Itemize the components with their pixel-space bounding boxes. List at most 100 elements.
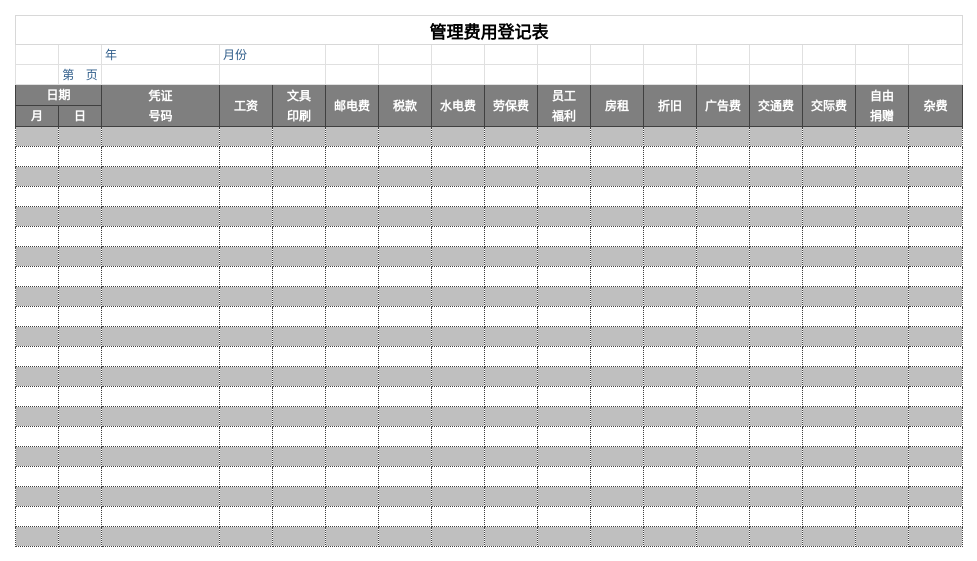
entry-cell[interactable]: [643, 186, 697, 207]
entry-cell[interactable]: [101, 466, 220, 487]
entry-cell[interactable]: [802, 306, 856, 327]
entry-cell[interactable]: [537, 406, 591, 427]
entry-cell[interactable]: [15, 226, 59, 247]
entry-cell[interactable]: [219, 266, 273, 287]
entry-cell[interactable]: [431, 466, 485, 487]
entry-cell[interactable]: [855, 366, 909, 387]
entry-cell[interactable]: [58, 226, 102, 247]
entry-cell[interactable]: [272, 126, 326, 147]
entry-cell[interactable]: [219, 166, 273, 187]
entry-cell[interactable]: [15, 166, 59, 187]
entry-cell[interactable]: [590, 226, 644, 247]
entry-cell[interactable]: [431, 226, 485, 247]
entry-cell[interactable]: [15, 306, 59, 327]
entry-cell[interactable]: [378, 246, 432, 267]
entry-cell[interactable]: [378, 466, 432, 487]
entry-cell[interactable]: [219, 206, 273, 227]
entry-cell[interactable]: [590, 246, 644, 267]
entry-cell[interactable]: [484, 466, 538, 487]
entry-cell[interactable]: [15, 246, 59, 267]
entry-cell[interactable]: [219, 246, 273, 267]
entry-cell[interactable]: [484, 346, 538, 367]
entry-cell[interactable]: [58, 366, 102, 387]
entry-cell[interactable]: [907, 426, 964, 447]
entry-cell[interactable]: [431, 266, 485, 287]
entry-cell[interactable]: [696, 126, 750, 147]
entry-cell[interactable]: [749, 326, 803, 347]
entry-cell[interactable]: [15, 286, 59, 307]
entry-cell[interactable]: [643, 346, 697, 367]
entry-cell[interactable]: [272, 446, 326, 467]
entry-cell[interactable]: [643, 206, 697, 227]
entry-cell[interactable]: [907, 386, 964, 407]
entry-cell[interactable]: [537, 426, 591, 447]
cell[interactable]: [484, 64, 538, 85]
entry-cell[interactable]: [537, 506, 591, 527]
entry-cell[interactable]: [643, 306, 697, 327]
entry-cell[interactable]: [219, 386, 273, 407]
entry-cell[interactable]: [325, 366, 379, 387]
entry-cell[interactable]: [537, 366, 591, 387]
entry-cell[interactable]: [537, 186, 591, 207]
entry-cell[interactable]: [749, 446, 803, 467]
cell[interactable]: [219, 64, 326, 85]
entry-cell[interactable]: [907, 286, 964, 307]
entry-cell[interactable]: [484, 226, 538, 247]
entry-cell[interactable]: [537, 486, 591, 507]
entry-cell[interactable]: [802, 426, 856, 447]
entry-cell[interactable]: [749, 346, 803, 367]
entry-cell[interactable]: [431, 406, 485, 427]
entry-cell[interactable]: [484, 166, 538, 187]
entry-cell[interactable]: [696, 346, 750, 367]
entry-cell[interactable]: [749, 366, 803, 387]
entry-cell[interactable]: [431, 526, 485, 547]
cell[interactable]: [696, 44, 750, 65]
entry-cell[interactable]: [219, 286, 273, 307]
entry-cell[interactable]: [431, 386, 485, 407]
entry-cell[interactable]: [58, 506, 102, 527]
entry-cell[interactable]: [802, 486, 856, 507]
entry-cell[interactable]: [907, 346, 964, 367]
entry-cell[interactable]: [378, 486, 432, 507]
entry-cell[interactable]: [325, 266, 379, 287]
entry-cell[interactable]: [855, 266, 909, 287]
entry-cell[interactable]: [537, 446, 591, 467]
entry-cell[interactable]: [537, 246, 591, 267]
entry-cell[interactable]: [431, 186, 485, 207]
entry-cell[interactable]: [802, 446, 856, 467]
cell[interactable]: [749, 64, 803, 85]
entry-cell[interactable]: [219, 126, 273, 147]
entry-cell[interactable]: [855, 446, 909, 467]
entry-cell[interactable]: [484, 366, 538, 387]
entry-cell[interactable]: [749, 146, 803, 167]
entry-cell[interactable]: [749, 466, 803, 487]
entry-cell[interactable]: [590, 266, 644, 287]
entry-cell[interactable]: [643, 526, 697, 547]
entry-cell[interactable]: [101, 166, 220, 187]
entry-cell[interactable]: [802, 246, 856, 267]
entry-cell[interactable]: [101, 486, 220, 507]
entry-cell[interactable]: [101, 426, 220, 447]
cell[interactable]: [696, 64, 750, 85]
entry-cell[interactable]: [590, 306, 644, 327]
entry-cell[interactable]: [855, 406, 909, 427]
entry-cell[interactable]: [101, 346, 220, 367]
entry-cell[interactable]: [219, 326, 273, 347]
entry-cell[interactable]: [101, 406, 220, 427]
entry-cell[interactable]: [802, 286, 856, 307]
entry-cell[interactable]: [643, 366, 697, 387]
entry-cell[interactable]: [272, 306, 326, 327]
cell[interactable]: [802, 64, 856, 85]
entry-cell[interactable]: [590, 486, 644, 507]
entry-cell[interactable]: [15, 406, 59, 427]
cell[interactable]: [484, 44, 538, 65]
entry-cell[interactable]: [101, 526, 220, 547]
entry-cell[interactable]: [325, 506, 379, 527]
entry-cell[interactable]: [58, 446, 102, 467]
entry-cell[interactable]: [590, 366, 644, 387]
entry-cell[interactable]: [855, 126, 909, 147]
entry-cell[interactable]: [431, 506, 485, 527]
entry-cell[interactable]: [802, 146, 856, 167]
entry-cell[interactable]: [101, 186, 220, 207]
entry-cell[interactable]: [58, 346, 102, 367]
